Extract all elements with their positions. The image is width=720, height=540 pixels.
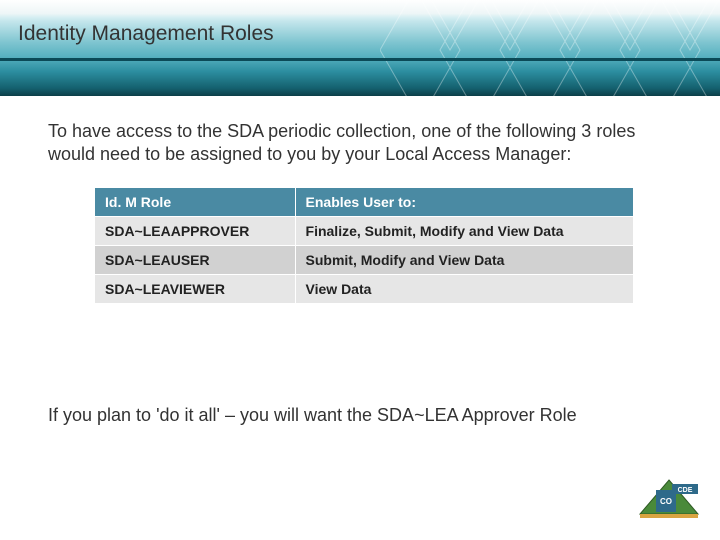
header-background <box>0 0 720 96</box>
cde-logo-icon: CO CDE <box>636 478 702 528</box>
cell-role: SDA~LEAVIEWER <box>95 275 296 304</box>
table-row: SDA~LEAVIEWER View Data <box>95 275 634 304</box>
col-header-role: Id. M Role <box>95 188 296 217</box>
logo-text-top: CDE <box>678 487 693 494</box>
footnote-text: If you plan to 'do it all' – you will wa… <box>48 404 672 427</box>
page-title: Identity Management Roles <box>18 22 274 46</box>
header-underline <box>0 58 720 61</box>
table-header-row: Id. M Role Enables User to: <box>95 188 634 217</box>
intro-text: To have access to the SDA periodic colle… <box>48 120 648 165</box>
cell-enables: Submit, Modify and View Data <box>295 246 633 275</box>
cell-enables: Finalize, Submit, Modify and View Data <box>295 217 633 246</box>
logo-text-bottom: CO <box>660 497 672 506</box>
col-header-enables: Enables User to: <box>295 188 633 217</box>
content-area: To have access to the SDA periodic colle… <box>48 120 672 304</box>
cell-enables: View Data <box>295 275 633 304</box>
cell-role: SDA~LEAUSER <box>95 246 296 275</box>
slide: Identity Management Roles To have access… <box>0 0 720 540</box>
table-row: SDA~LEAAPPROVER Finalize, Submit, Modify… <box>95 217 634 246</box>
roles-table: Id. M Role Enables User to: SDA~LEAAPPRO… <box>94 187 634 304</box>
geometric-pattern-icon <box>380 0 720 96</box>
table-row: SDA~LEAUSER Submit, Modify and View Data <box>95 246 634 275</box>
cell-role: SDA~LEAAPPROVER <box>95 217 296 246</box>
